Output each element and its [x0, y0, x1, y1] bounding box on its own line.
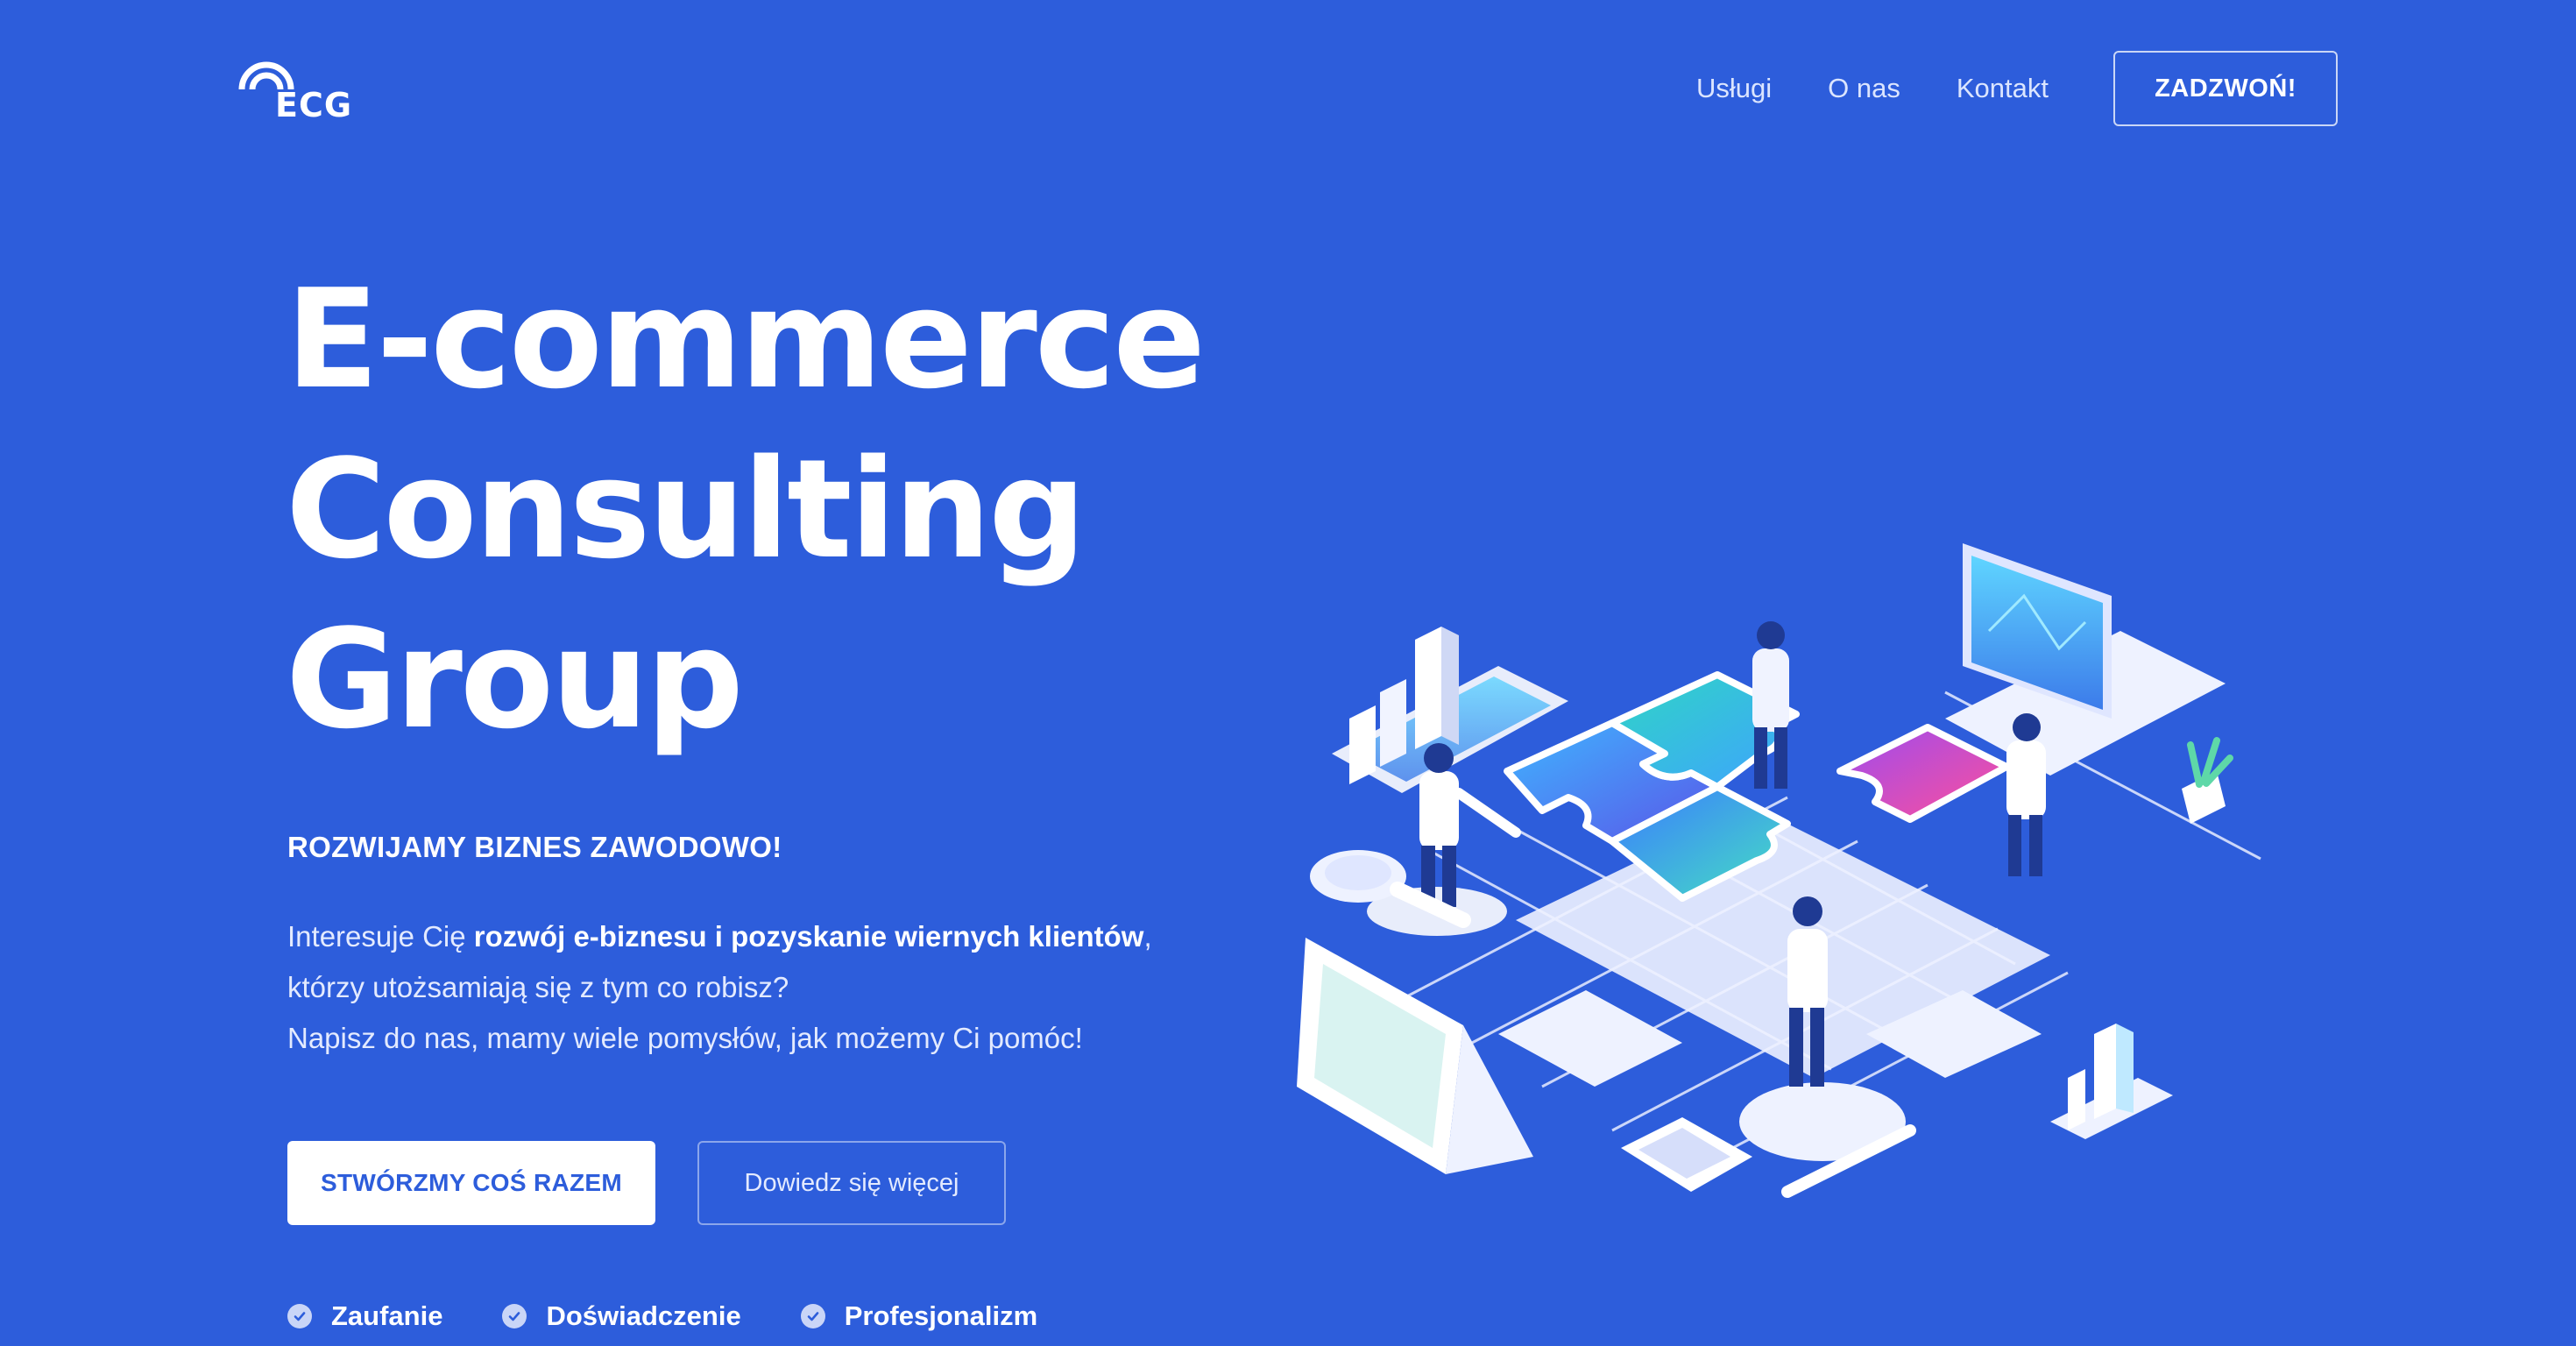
hero-title: E-commerce Consulting Group	[286, 254, 1206, 764]
hero-title-line-2: Consulting	[286, 429, 1086, 589]
feature-label: Profesjonalizm	[844, 1300, 1038, 1331]
check-circle-icon	[287, 1304, 312, 1328]
create-together-button[interactable]: STWÓRZMY COŚ RAZEM	[287, 1141, 655, 1225]
feature-list: Zaufanie Doświadczenie Profesjonalizm	[287, 1300, 1097, 1332]
intro-line-1: Interesuje Cię rozwój e-biznesu i pozysk…	[287, 911, 1251, 962]
feature-item: Profesjonalizm	[800, 1300, 1038, 1332]
nav-link-o-nas[interactable]: O nas	[1828, 73, 1900, 104]
logo-text: ECG	[275, 86, 353, 124]
main-nav: Usługi O nas Kontakt ZADZWOŃ!	[1696, 49, 2338, 128]
intro-line-3: Napisz do nas, mamy wiele pomysłów, jak …	[287, 1022, 1083, 1054]
check-circle-icon	[502, 1304, 527, 1328]
intro-line-2: którzy utożsamiają się z tym co robisz?	[287, 971, 789, 1003]
intro-line-1-bold: rozwój e-biznesu i pozyskanie wiernych k…	[473, 920, 1144, 953]
logo[interactable]: ECG	[237, 54, 359, 126]
check-circle-icon	[800, 1304, 825, 1328]
isometric-teamwork-puzzle-illustration	[1297, 543, 2261, 1198]
feature-label: Doświadczenie	[546, 1300, 741, 1331]
hero-title-line-1: E-commerce	[286, 259, 1206, 419]
hero-tagline: ROZWIJAMY BIZNES ZAWODOWO!	[287, 831, 782, 863]
intro-line-1-post: ,	[1143, 920, 1152, 953]
hero-title-line-3: Group	[286, 599, 744, 759]
call-button[interactable]: ZADZWOŃ!	[2113, 51, 2338, 126]
learn-more-button[interactable]: Dowiedz się więcej	[697, 1141, 1006, 1225]
feature-item: Zaufanie	[287, 1300, 442, 1332]
feature-label: Zaufanie	[331, 1300, 443, 1331]
nav-link-kontakt[interactable]: Kontakt	[1957, 73, 2049, 104]
feature-item: Doświadczenie	[502, 1300, 741, 1332]
intro-line-1-pre: Interesuje Cię	[287, 920, 474, 953]
nav-link-uslugi[interactable]: Usługi	[1696, 73, 1772, 104]
hero-intro: Interesuje Cię rozwój e-biznesu i pozysk…	[287, 911, 1251, 1064]
